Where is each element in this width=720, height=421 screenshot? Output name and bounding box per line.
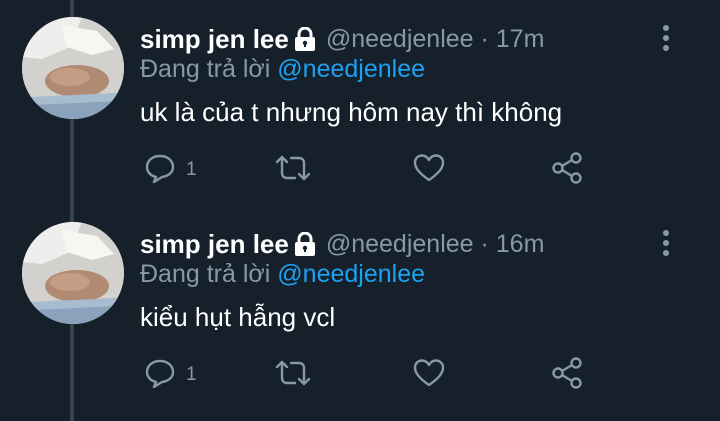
tweet[interactable]: simp jen lee @needjenlee · 16m Đang trả … [0,205,720,410]
reply-icon [144,152,176,189]
lock-icon [294,232,316,256]
lock-icon [294,27,316,51]
avatar[interactable] [22,222,124,324]
reply-button[interactable]: 1 [144,357,197,393]
tweet[interactable]: simp jen lee @needjenlee · 17m Đang trả … [0,0,720,205]
display-name[interactable]: simp jen lee [140,229,289,260]
retweet-button[interactable] [274,152,312,188]
tweet-text: kiểu hụt hẫng vcl [140,302,336,332]
mention-link[interactable]: @needjenlee [277,260,425,288]
reply-button[interactable]: 1 [144,152,197,188]
separator-dot: · [473,24,496,53]
more-vertical-icon[interactable] [660,24,672,52]
replying-to-label: Đang trả lời [140,55,278,83]
timestamp[interactable]: 16m [496,230,545,258]
separator-dot: · [473,229,496,258]
like-button[interactable] [412,152,446,188]
avatar[interactable] [22,17,124,119]
retweet-icon [274,357,312,394]
share-icon [550,356,584,395]
handle[interactable]: @needjenlee [326,25,474,53]
replying-to-label: Đang trả lời [140,260,278,288]
handle[interactable]: @needjenlee [326,230,474,258]
reply-count: 1 [186,159,197,180]
like-icon [412,152,446,189]
timestamp[interactable]: 17m [496,25,545,53]
like-button[interactable] [412,357,446,393]
retweet-icon [274,152,312,189]
reply-count: 1 [186,364,197,385]
like-icon [412,357,446,394]
share-icon [550,151,584,190]
action-bar: 1 [140,356,600,395]
action-bar: 1 [140,151,600,190]
more-vertical-icon[interactable] [660,229,672,257]
tweet-text: uk là của t nhưng hôm nay thì không [140,97,563,127]
share-button[interactable] [550,356,584,395]
mention-link[interactable]: @needjenlee [277,55,425,83]
retweet-button[interactable] [274,357,312,393]
share-button[interactable] [550,151,584,190]
display-name[interactable]: simp jen lee [140,24,289,55]
reply-icon [144,357,176,394]
